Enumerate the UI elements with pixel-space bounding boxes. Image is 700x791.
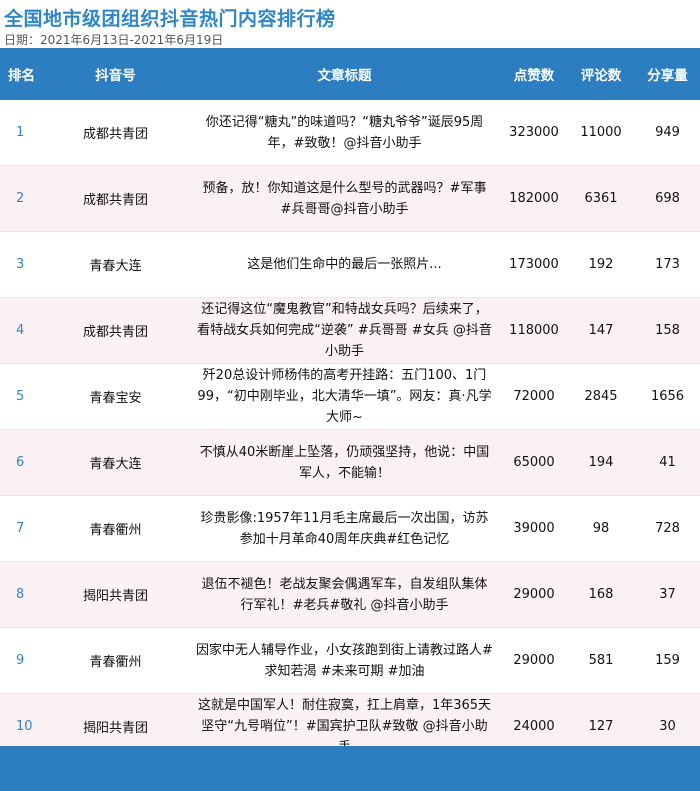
account-cell: 揭阳共青团 (43, 561, 188, 628)
column-header-comments: 评论数 (567, 48, 635, 100)
comments-cell: 581 (567, 627, 635, 694)
likes-cell: 39000 (501, 495, 567, 562)
likes-cell: 65000 (501, 429, 567, 496)
table-row: 2 成都共青团 预备，放！你知道这是什么型号的武器吗？#军事 #兵哥哥@抖音小助… (0, 165, 700, 232)
shares-cell: 158 (635, 297, 700, 364)
comments-cell: 168 (567, 561, 635, 628)
article-title-cell: 退伍不褪色！老战友聚会偶遇军车，自发组队集体行军礼！#老兵#敬礼 @抖音小助手 (188, 561, 501, 628)
rank-cell: 5 (0, 363, 43, 430)
likes-cell: 182000 (501, 165, 567, 232)
date-range: 日期：2021年6月13日-2021年6月19日 (4, 33, 224, 47)
shares-cell: 159 (635, 627, 700, 694)
table-row: 8 揭阳共青团 退伍不褪色！老战友聚会偶遇军车，自发组队集体行军礼！#老兵#敬礼… (0, 561, 700, 628)
table-row: 3 青春大连 这是他们生命中的最后一张照片... 173000 192 173 (0, 231, 700, 298)
likes-cell: 72000 (501, 363, 567, 430)
table-header-row: 排名 抖音号 文章标题 点赞数 评论数 分享量 (0, 48, 700, 100)
column-header-likes: 点赞数 (501, 48, 567, 100)
account-cell: 青春宝安 (43, 363, 188, 430)
comments-cell: 147 (567, 297, 635, 364)
rank-cell: 4 (0, 297, 43, 364)
account-cell: 成都共青团 (43, 165, 188, 232)
rank-cell: 7 (0, 495, 43, 562)
rank-cell: 6 (0, 429, 43, 496)
shares-cell: 728 (635, 495, 700, 562)
shares-cell: 698 (635, 165, 700, 232)
table-row: 7 青春衢州 珍贵影像:1957年11月毛主席最后一次出国，访苏参加十月革命40… (0, 495, 700, 562)
column-header-shares: 分享量 (635, 48, 700, 100)
page-title: 全国地市级团组织抖音热门内容排行榜 (4, 8, 336, 30)
account-cell: 青春衢州 (43, 495, 188, 562)
account-cell: 青春大连 (43, 231, 188, 298)
likes-cell: 29000 (501, 627, 567, 694)
comments-cell: 2845 (567, 363, 635, 430)
table-row: 9 青春衢州 因家中无人辅导作业，小女孩跑到街上请教过路人#求知若渴 #未来可期… (0, 627, 700, 694)
shares-cell: 41 (635, 429, 700, 496)
likes-cell: 29000 (501, 561, 567, 628)
rank-cell: 8 (0, 561, 43, 628)
shares-cell: 949 (635, 100, 700, 166)
article-title-cell: 因家中无人辅导作业，小女孩跑到街上请教过路人#求知若渴 #未来可期 #加油 (188, 627, 501, 694)
article-title-cell: 珍贵影像:1957年11月毛主席最后一次出国，访苏参加十月革命40周年庆典#红色… (188, 495, 501, 562)
table-row: 6 青春大连 不慎从40米断崖上坠落，仍顽强坚持，他说：中国军人，不能输！ 65… (0, 429, 700, 496)
likes-cell: 118000 (501, 297, 567, 364)
column-header-rank: 排名 (0, 48, 43, 100)
comments-cell: 6361 (567, 165, 635, 232)
article-title-cell: 预备，放！你知道这是什么型号的武器吗？#军事 #兵哥哥@抖音小助手 (188, 165, 501, 232)
rank-cell: 1 (0, 100, 43, 166)
table-row: 4 成都共青团 还记得这位“魔鬼教官”和特战女兵吗？后续来了，看特战女兵如何完成… (0, 297, 700, 364)
account-cell: 成都共青团 (43, 100, 188, 166)
shares-cell: 173 (635, 231, 700, 298)
ranking-page: 全国地市级团组织抖音热门内容排行榜 日期：2021年6月13日-2021年6月1… (0, 0, 700, 791)
rank-cell: 3 (0, 231, 43, 298)
table-row: 1 成都共青团 你还记得“糖丸”的味道吗？“糖丸爷爷”诞辰95周年，#致敬！@抖… (0, 100, 700, 166)
article-title-cell: 这是他们生命中的最后一张照片... (188, 231, 501, 298)
likes-cell: 323000 (501, 100, 567, 166)
comments-cell: 11000 (567, 100, 635, 166)
ranking-table: 排名 抖音号 文章标题 点赞数 评论数 分享量 1 成都共青团 你还记得“糖丸”… (0, 48, 700, 760)
column-header-title: 文章标题 (188, 48, 501, 100)
account-cell: 成都共青团 (43, 297, 188, 364)
column-header-account: 抖音号 (43, 48, 188, 100)
footer-bar (0, 746, 700, 791)
article-title-cell: 还记得这位“魔鬼教官”和特战女兵吗？后续来了，看特战女兵如何完成“逆袭” #兵哥… (188, 297, 501, 364)
likes-cell: 173000 (501, 231, 567, 298)
article-title-cell: 不慎从40米断崖上坠落，仍顽强坚持，他说：中国军人，不能输！ (188, 429, 501, 496)
article-title-cell: 歼20总设计师杨伟的高考开挂路：五门100、1门99，“初中刚毕业，北大清华一填… (188, 363, 501, 430)
comments-cell: 192 (567, 231, 635, 298)
shares-cell: 37 (635, 561, 700, 628)
rank-cell: 9 (0, 627, 43, 694)
account-cell: 青春衢州 (43, 627, 188, 694)
account-cell: 青春大连 (43, 429, 188, 496)
shares-cell: 1656 (635, 363, 700, 430)
table-row: 5 青春宝安 歼20总设计师杨伟的高考开挂路：五门100、1门99，“初中刚毕业… (0, 363, 700, 430)
rank-cell: 2 (0, 165, 43, 232)
comments-cell: 194 (567, 429, 635, 496)
comments-cell: 98 (567, 495, 635, 562)
article-title-cell: 你还记得“糖丸”的味道吗？“糖丸爷爷”诞辰95周年，#致敬！@抖音小助手 (188, 100, 501, 166)
